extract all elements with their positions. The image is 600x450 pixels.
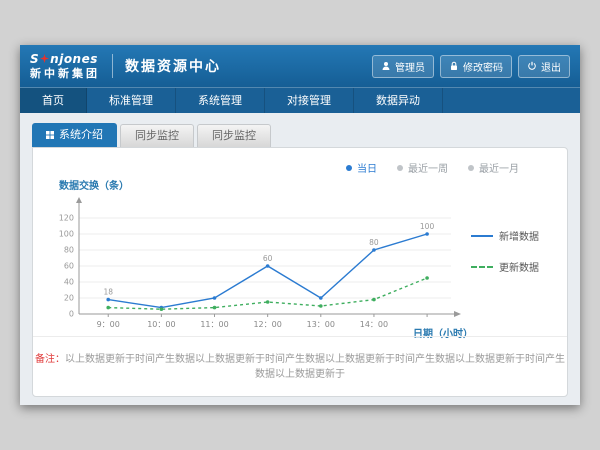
svg-text:11：00: 11：00	[200, 320, 228, 329]
tab-label: 同步监控	[135, 125, 179, 147]
tab-bar: 系统介绍 同步监控 同步监控	[32, 123, 568, 147]
content-area: 系统介绍 同步监控 同步监控 当日 最近一周	[20, 113, 580, 405]
tab-system-intro[interactable]: 系统介绍	[32, 123, 117, 147]
brand-logo: S njones 新中新集团	[30, 53, 100, 79]
solid-line-sample-icon	[471, 235, 493, 237]
filter-legend: 当日 最近一周 最近一月	[47, 154, 553, 175]
svg-text:80: 80	[369, 238, 379, 247]
nav-item-data-change[interactable]: 数据异动	[354, 88, 443, 114]
brand-en-tail: njones	[50, 53, 98, 65]
chart-wrap: 0 20 40 60 80 100 120 9：00 10：00 11：00 12：00 13：00 1…	[47, 192, 469, 346]
legend-item-update-data[interactable]: 更新数据	[471, 259, 539, 274]
power-icon	[527, 61, 537, 71]
header-actions: 管理员 修改密码 退出	[372, 55, 570, 78]
note-row: 备注：以上数据更新于时间产生数据以上数据更新于时间产生数据以上数据更新于时间产生…	[33, 336, 567, 380]
nav-item-system-mgmt[interactable]: 系统管理	[176, 88, 265, 114]
brand-en-head: S	[30, 53, 39, 65]
person-icon	[381, 61, 391, 71]
main-nav: 首页 标准管理 系统管理 对接管理 数据异动	[20, 87, 580, 114]
app-header: S njones 新中新集团 数据资源中心 管理员 修改密码 退出	[20, 45, 580, 87]
brand-cn: 新中新集团	[30, 68, 100, 79]
svg-text:120: 120	[59, 214, 74, 223]
user-button[interactable]: 管理员	[372, 55, 434, 78]
series-label: 更新数据	[499, 259, 539, 274]
user-label: 管理员	[395, 59, 425, 74]
series-legend: 新增数据 更新数据	[471, 228, 539, 274]
change-password-button[interactable]: 修改密码	[440, 55, 512, 78]
tab-label: 同步监控	[212, 125, 256, 147]
svg-text:13：00: 13：00	[307, 320, 335, 329]
filter-last-month[interactable]: 最近一月	[468, 160, 519, 175]
grid-icon	[46, 131, 54, 139]
chart-svg: 0 20 40 60 80 100 120 9：00 10：00 11：00 12：00 13：00 1…	[47, 192, 469, 342]
svg-text:12：00: 12：00	[253, 320, 281, 329]
nav-item-standard-mgmt[interactable]: 标准管理	[87, 88, 176, 114]
series-label: 新增数据	[499, 228, 539, 243]
brand-en: S njones	[30, 53, 100, 65]
filter-label: 最近一月	[479, 160, 519, 175]
legend-dot	[346, 165, 352, 171]
legend-dot	[468, 165, 474, 171]
svg-text:100: 100	[420, 222, 435, 231]
brand-star-icon	[40, 54, 49, 63]
note-text: 以上数据更新于时间产生数据以上数据更新于时间产生数据以上数据更新于时间产生数据以…	[65, 354, 565, 380]
change-password-label: 修改密码	[463, 59, 503, 74]
svg-text:20: 20	[64, 294, 74, 303]
svg-text:60: 60	[64, 262, 74, 271]
logout-label: 退出	[541, 59, 561, 74]
svg-text:10：00: 10：00	[147, 320, 175, 329]
chart-row: 0 20 40 60 80 100 120 9：00 10：00 11：00 12：00 13：00 1…	[47, 192, 553, 346]
svg-text:60: 60	[263, 254, 273, 263]
filter-label: 最近一周	[408, 160, 448, 175]
filter-label: 当日	[357, 160, 377, 175]
y-axis-title: 数据交换（条）	[59, 177, 553, 192]
dashed-line-sample-icon	[471, 266, 493, 268]
tab-sync-monitor-1[interactable]: 同步监控	[120, 124, 194, 147]
page-title: 数据资源中心	[125, 56, 221, 76]
filter-last-week[interactable]: 最近一周	[397, 160, 448, 175]
app-window: S njones 新中新集团 数据资源中心 管理员 修改密码 退出 首页	[20, 45, 580, 405]
chart-panel: 当日 最近一周 最近一月 数据交换（条） 0 20 40 60 80 100 120 9：00…	[32, 147, 568, 397]
legend-dot	[397, 165, 403, 171]
legend-item-new-data[interactable]: 新增数据	[471, 228, 539, 243]
svg-text:100: 100	[59, 230, 74, 239]
nav-item-home[interactable]: 首页	[20, 88, 87, 114]
note-prefix: 备注：	[35, 354, 65, 365]
svg-text:18: 18	[103, 288, 113, 297]
svg-text:80: 80	[64, 246, 74, 255]
tab-sync-monitor-2[interactable]: 同步监控	[197, 124, 271, 147]
nav-item-integration-mgmt[interactable]: 对接管理	[265, 88, 354, 114]
header-divider	[112, 54, 113, 78]
svg-text:0: 0	[69, 310, 74, 319]
svg-text:14：00: 14：00	[360, 320, 388, 329]
logout-button[interactable]: 退出	[518, 55, 570, 78]
tab-label: 系统介绍	[59, 123, 103, 147]
svg-text:40: 40	[64, 278, 74, 287]
lock-icon	[449, 61, 459, 71]
filter-today[interactable]: 当日	[346, 160, 377, 175]
svg-text:9：00: 9：00	[97, 320, 120, 329]
